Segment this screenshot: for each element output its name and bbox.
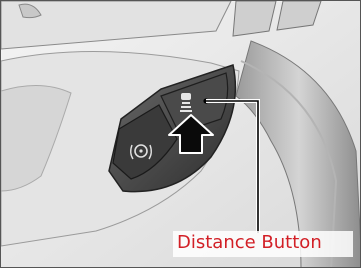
callout-label: Distance Button [177, 232, 322, 253]
illustration-frame: Distance Button [0, 0, 361, 268]
dashboard-vent [232, 1, 277, 37]
steering-wheel-illustration [1, 1, 360, 267]
